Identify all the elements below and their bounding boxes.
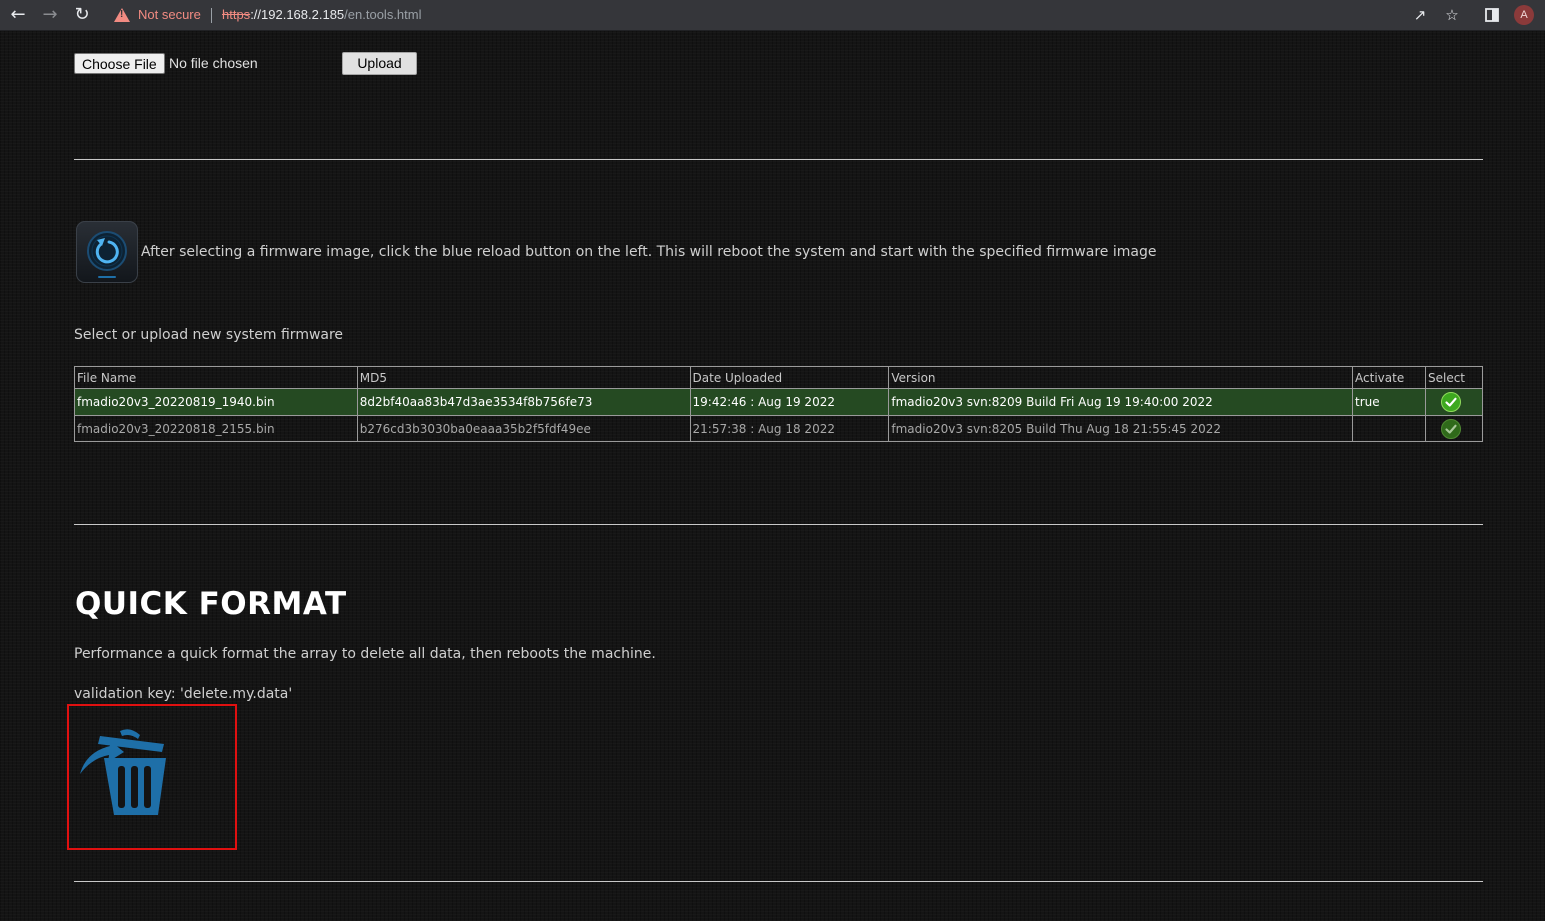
url-path: /en.tools.html	[344, 7, 422, 22]
cell-version: fmadio20v3 svn:8205 Build Thu Aug 18 21:…	[888, 415, 1354, 442]
section-divider	[74, 159, 1483, 160]
header-version: Version	[888, 366, 1354, 389]
choose-file-button[interactable]: Choose File	[74, 53, 165, 74]
upload-button[interactable]: Upload	[342, 52, 417, 75]
power-reload-icon	[87, 231, 127, 278]
browser-toolbar: ← → ↻ Not secure https://192.168.2.185/e…	[0, 0, 1545, 31]
quick-format-trash-button[interactable]	[78, 722, 173, 817]
share-icon[interactable]: ↗	[1409, 4, 1431, 26]
url-host: ://192.168.2.185	[250, 7, 345, 22]
firmware-select-label: Select or upload new system firmware	[74, 327, 344, 343]
cell-date-uploaded: 21:57:38 : Aug 18 2022	[689, 415, 890, 442]
section-divider	[74, 881, 1483, 882]
bookmark-star-icon[interactable]: ☆	[1441, 4, 1463, 26]
url-text[interactable]: https://192.168.2.185/en.tools.html	[222, 2, 422, 28]
security-indicator[interactable]: Not secure	[138, 2, 201, 28]
warning-icon	[114, 8, 130, 22]
cell-select	[1424, 388, 1484, 416]
url-scheme: https	[222, 7, 251, 22]
section-divider	[74, 524, 1483, 525]
quick-format-description: Performance a quick format the array to …	[74, 646, 656, 662]
check-circle-icon[interactable]	[1440, 392, 1461, 412]
header-select: Select	[1424, 366, 1484, 389]
forward-arrow-icon[interactable]: →	[38, 3, 62, 27]
table-header-row: File Name MD5 Date Uploaded Version Acti…	[74, 366, 1484, 389]
back-arrow-icon[interactable]: ←	[6, 3, 30, 27]
cell-md5: b276cd3b3030ba0eaaa35b2f5fdf49ee	[356, 415, 691, 442]
profile-avatar[interactable]: A	[1514, 5, 1534, 25]
reload-firmware-button[interactable]	[76, 221, 138, 283]
side-panel-icon[interactable]	[1481, 4, 1503, 26]
trash-icon	[80, 729, 166, 815]
cell-version: fmadio20v3 svn:8209 Build Fri Aug 19 19:…	[888, 388, 1354, 416]
header-file-name: File Name	[74, 366, 358, 389]
browser-reload-icon[interactable]: ↻	[70, 3, 94, 27]
cell-activate: true	[1352, 388, 1426, 416]
table-row[interactable]: fmadio20v3_20220818_2155.bin b276cd3b303…	[74, 415, 1484, 442]
check-circle-icon[interactable]	[1440, 418, 1461, 439]
address-bar[interactable]: Not secure https://192.168.2.185/en.tool…	[104, 2, 1469, 28]
cell-select	[1424, 415, 1484, 442]
cell-activate	[1352, 415, 1426, 442]
header-date-uploaded: Date Uploaded	[689, 366, 890, 389]
cell-date-uploaded: 19:42:46 : Aug 19 2022	[689, 388, 890, 416]
cell-file-name: fmadio20v3_20220819_1940.bin	[74, 388, 358, 416]
validation-key-text: validation key: 'delete.my.data'	[74, 686, 293, 702]
header-activate: Activate	[1352, 366, 1426, 389]
cell-md5: 8d2bf40aa83b47d3ae3534f8b756fe73	[356, 388, 691, 416]
omnibox-divider	[211, 8, 212, 23]
quick-format-title: QUICK FORMAT	[75, 586, 347, 622]
file-status-text: No file chosen	[169, 55, 258, 71]
firmware-table: File Name MD5 Date Uploaded Version Acti…	[74, 366, 1484, 442]
reload-instruction-text: After selecting a firmware image, click …	[141, 244, 1157, 260]
table-row[interactable]: fmadio20v3_20220819_1940.bin 8d2bf40aa83…	[74, 388, 1484, 416]
header-md5: MD5	[356, 366, 691, 389]
cell-file-name: fmadio20v3_20220818_2155.bin	[74, 415, 358, 442]
